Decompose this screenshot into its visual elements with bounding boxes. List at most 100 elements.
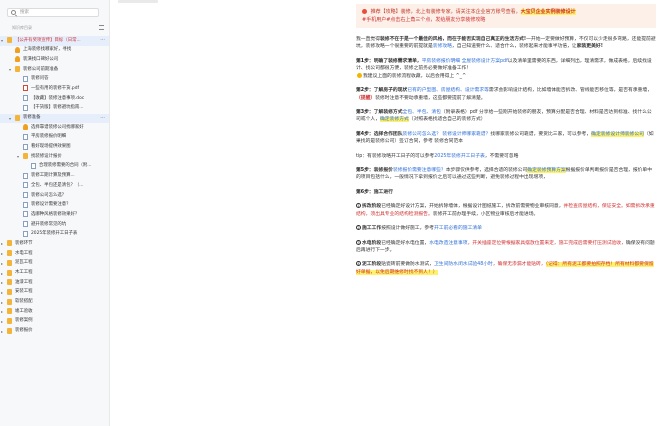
step-links[interactable]: 已有的户型图、房屋结构、设计需求等	[407, 88, 489, 93]
tip-link[interactable]: 2025年装修开工日子表	[434, 154, 485, 159]
intro-paragraph: 我一直觉得装修不在于是一个最佳的风格，而在于能否实现自己真正的生活方式!一开始一…	[356, 36, 656, 51]
sidebar-item[interactable]: 2025年装修开工日子表	[0, 230, 109, 240]
sidebar-item[interactable]: ▸ 装修案例	[0, 317, 109, 327]
sidebar-item[interactable]: 合理装修需要的合同（附...	[0, 162, 109, 172]
sidebar-item[interactable]: 避开装修常见的坑	[0, 220, 109, 230]
chevron-right-icon[interactable]: ▸	[1, 290, 3, 295]
sidebar-item[interactable]: 装修工期计算及预算...	[0, 172, 109, 182]
chevron-down-icon[interactable]: ▾	[17, 154, 19, 159]
sidebar-item[interactable]: ▸ 油漆工程	[0, 278, 109, 288]
folder-icon	[7, 250, 12, 257]
notice-highlight[interactable]: 大宝贝企业实例装修设计	[520, 9, 576, 15]
sidebar-item-label: 装修设计需要注意？	[31, 202, 71, 208]
sidebar-item[interactable]: ▸ 装修环节	[0, 239, 109, 249]
folder-icon	[7, 317, 12, 324]
step-text-2: （对照表格找适合自己的装修方式）	[408, 117, 486, 123]
step-highlight[interactable]: 确定装修设计师装修公司	[591, 131, 644, 137]
chevron-right-icon[interactable]: ▸	[1, 261, 3, 266]
flame-icon	[15, 56, 20, 63]
folder-icon	[7, 269, 12, 276]
doc-icon	[23, 133, 28, 140]
sidebar-item[interactable]: 选哪种风格装修效果好？	[0, 210, 109, 220]
chevron-down-icon[interactable]: ▾	[9, 116, 11, 121]
sidebar-item-label: 装修问答	[31, 76, 49, 82]
step-title: 了解装修方式	[373, 109, 403, 115]
sidebar-item[interactable]: 【收藏】装修注意事项.doc	[0, 94, 109, 104]
step-links[interactable]: 全包、半包、清包	[403, 110, 441, 115]
step-number: 第1步：	[356, 58, 374, 64]
chevron-down-icon[interactable]: ▾	[9, 67, 11, 72]
intro-link[interactable]: 装修攻略	[433, 44, 452, 49]
sidebar-item-label: 装修工期计算及预算...	[31, 173, 75, 179]
sidebar-item[interactable]: 平房装修报价明细	[0, 133, 109, 143]
sidebar-item-label: 上海装修找哪家好，寻找	[23, 47, 72, 53]
sidebar-item[interactable]: ▾ 【公开有奖项宣传】目标（日常... ···	[0, 36, 109, 46]
chevron-right-icon[interactable]: ▸	[1, 251, 3, 256]
chevron-right-icon[interactable]: ▸	[1, 329, 3, 334]
sidebar-item[interactable]: 【干货版】装修避坑指南...	[0, 104, 109, 114]
chevron-right-icon[interactable]: ▸	[1, 241, 3, 246]
step-number: 第3步：	[356, 109, 374, 115]
chevron-right-icon[interactable]: ▸	[1, 319, 3, 324]
sidebar-item-label: 装修报价	[15, 328, 33, 334]
sidebar-item-label: 2025年装修开工日子表	[31, 231, 78, 237]
doc-icon	[23, 172, 28, 179]
folder-icon	[7, 37, 12, 43]
sidebar-item[interactable]: 全包、半包还是清包？（...	[0, 181, 109, 191]
step-links[interactable]: 装修公司怎么选？ 装修设计师哪家靠谱？	[403, 132, 491, 137]
sidebar-item[interactable]: ▸ 软装搭配	[0, 298, 109, 308]
sidebar-item[interactable]: ▸ 木工工程	[0, 269, 109, 279]
step-title: 了解房子的现状	[373, 88, 408, 94]
step-paragraph: 第2步：了解房子的现状已有的户型图、房屋结构、设计需求等需求会影响设计结构，比如…	[356, 87, 656, 102]
sidebar-item[interactable]: 看好现场提供效果图	[0, 143, 109, 153]
sidebar-item[interactable]: ▸ 竣工验收	[0, 307, 109, 317]
step-paragraph: 第5步：装修报价装修报价需要注意哪些？本步骤仅供参考，选择合适的装修公司确定装修…	[356, 167, 656, 182]
sidebar-item[interactable]: 上海装修找哪家好，寻找	[0, 46, 109, 56]
substep-link[interactable]: 开工前必看的施工清单	[434, 226, 482, 231]
folder-icon	[7, 298, 12, 305]
collapse-all-icon[interactable]	[99, 25, 104, 30]
folder-icon	[7, 327, 12, 334]
sidebar-item[interactable]: 装修公司怎么选？	[0, 191, 109, 201]
more-icon[interactable]: ···	[100, 115, 105, 122]
sidebar-item-label: 木工工程	[15, 270, 33, 275]
substep-text: 已经确定好水电位置，	[381, 240, 430, 246]
sidebar-item[interactable]: ▸ 安装工程	[0, 288, 109, 298]
doc-icon	[23, 192, 28, 198]
tip-text: tip：有装修攻略开工日子的可以参考	[356, 153, 435, 159]
step-highlight[interactable]: 确定装修预算方案	[527, 168, 566, 174]
sidebar-item[interactable]: 一些有用的装修干货.pdf	[0, 84, 109, 94]
substep-title: 拆改阶段	[362, 204, 382, 210]
flame-icon	[15, 46, 20, 53]
sidebar-item[interactable]: 装潢找口碑好公司	[0, 55, 109, 65]
sidebar-item-label: 【收藏】装修注意事项.doc	[31, 95, 85, 101]
chevron-right-icon[interactable]: ▸	[1, 271, 3, 276]
sidebar-item[interactable]: 选择靠谱装修公司找哪家好	[0, 123, 109, 133]
tip-rest: ，不需要可忽略	[484, 153, 519, 159]
chevron-right-icon[interactable]: ▸	[1, 309, 3, 314]
step-links[interactable]: 平房装修报价明细 全屋装修设计方案pdf	[422, 59, 508, 64]
step-highlight[interactable]: 确定装修方式	[380, 117, 409, 123]
toolbar-button[interactable]	[118, 0, 158, 3]
substep-link[interactable]: 水电改造注意事项	[429, 241, 467, 246]
document-body: 推荐【攻略】装修，北上有装修专家，请关注本企业官方账号查看，大宝贝企业实例装修设…	[356, 4, 656, 426]
sidebar-item[interactable]: 装修问答	[0, 75, 109, 85]
sidebar-item[interactable]: 装修设计需要注意？	[0, 201, 109, 211]
step-links[interactable]: 装修报价需要注意哪些？	[393, 168, 446, 173]
sidebar-item[interactable]: ▾ 装修准备 ···	[0, 113, 109, 124]
sidebar-item-label: 装修准备	[23, 115, 41, 120]
sidebar-item[interactable]: ▸ 装修报价	[0, 327, 109, 337]
chevron-right-icon[interactable]: ▸	[1, 300, 3, 305]
chevron-down-icon[interactable]: ▾	[1, 38, 3, 43]
pin-icon	[362, 9, 367, 14]
folder-icon	[15, 114, 20, 121]
search-input[interactable]: 搜索	[7, 8, 99, 17]
substep-link[interactable]: 卫生间防水闭水试验48小时	[434, 262, 493, 267]
search-placeholder: 搜索	[20, 10, 29, 15]
sidebar-item[interactable]: ▾ 找装修设计报价	[0, 152, 109, 162]
sidebar-item[interactable]: ▸ 水电工程	[0, 249, 109, 259]
chevron-right-icon[interactable]: ▸	[1, 280, 3, 285]
more-icon[interactable]: ···	[100, 37, 105, 44]
sidebar-item[interactable]: ▸ 泥瓦工程	[0, 259, 109, 269]
sidebar-item[interactable]: ▾ 装修公司前期准备	[0, 65, 109, 75]
